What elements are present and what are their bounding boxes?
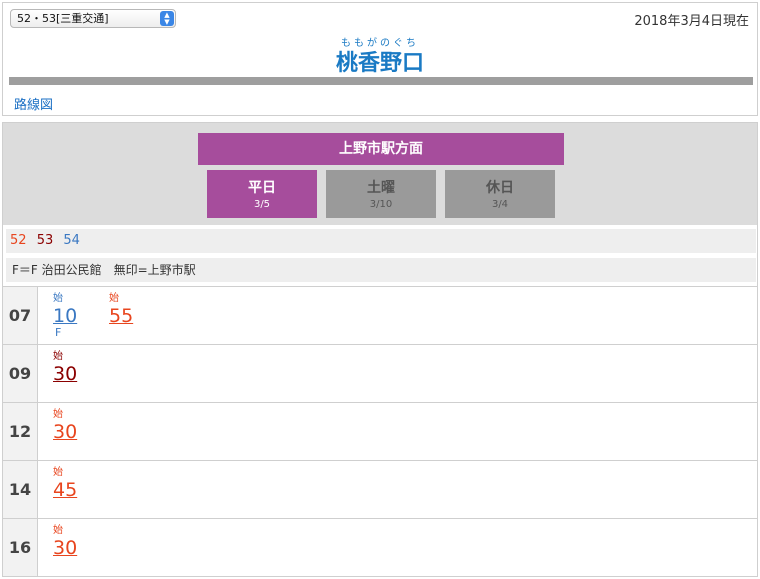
tab-holiday[interactable]: 休日 3/4 [445,170,555,218]
departure[interactable]: 始 30 [53,409,93,443]
origin-mark: 始 [53,409,63,420]
tab-saturday-date: 3/10 [369,199,393,210]
departure-minute: 55 [109,305,134,327]
hour-row: 16 始 30 [3,518,757,576]
hour-label: 16 [3,519,38,576]
hour-row: 07 始 10 F 始 55 [3,286,757,344]
tab-weekday-label: 平日 [248,180,276,196]
departure-minute: 30 [53,421,78,443]
hour-label: 07 [3,287,38,344]
route-select-value: 52・53[三重交通] [17,12,109,25]
tab-holiday-date: 3/4 [491,199,509,210]
hour-row: 14 始 45 [3,460,757,518]
departure[interactable]: 始 30 [53,525,93,559]
departure-minute: 30 [53,537,78,559]
tab-weekday[interactable]: 平日 3/5 [207,170,317,218]
destination-notes: F＝F 治田公民館 無印=上野市駅 [6,258,756,282]
select-arrows-icon: ▲ ▼ [160,11,174,26]
date-label: 2018年3月4日現在 [634,14,749,29]
route-label-53: 53 [36,233,54,248]
header-panel: 52・53[三重交通] ▲ ▼ 2018年3月4日現在 ももがのぐち 桃香野口 路… [2,2,758,116]
departure-minute: 30 [53,363,78,385]
origin-mark: 始 [53,467,63,478]
tab-saturday[interactable]: 土曜 3/10 [326,170,436,218]
origin-mark: 始 [53,351,63,362]
origin-mark: 始 [53,293,63,304]
departure-minute: 45 [53,479,78,501]
route-map-link[interactable]: 路線図 [14,94,53,113]
tab-saturday-label: 土曜 [367,180,395,196]
destination-mark: F [55,326,62,339]
hour-row: 12 始 30 [3,402,757,460]
hour-label: 12 [3,403,38,460]
origin-mark: 始 [53,525,63,536]
departure[interactable]: 始 30 [53,351,93,385]
route-select[interactable]: 52・53[三重交通] ▲ ▼ [10,9,176,28]
hour-label: 14 [3,461,38,518]
hour-label: 09 [3,345,38,402]
direction-area: 上野市駅方面 平日 3/5 土曜 3/10 休日 3/4 [3,123,757,225]
hour-row: 09 始 30 [3,344,757,402]
origin-mark: 始 [109,293,119,304]
tab-weekday-date: 3/5 [253,199,271,210]
direction-title: 上野市駅方面 [198,133,564,165]
departure-minute: 10 [53,305,78,327]
route-legend: 52 53 54 [6,229,756,253]
departure[interactable]: 始 55 [109,293,149,327]
station-name: 桃香野口 [335,51,424,76]
timetable-panel: 上野市駅方面 平日 3/5 土曜 3/10 休日 3/4 52 53 54 F＝… [2,122,758,577]
route-label-52: 52 [10,233,27,248]
tab-holiday-label: 休日 [486,180,514,196]
header-divider [9,77,753,85]
departure[interactable]: 始 45 [53,467,93,501]
departure[interactable]: 始 10 F [53,293,93,338]
route-label-54: 54 [63,233,80,248]
